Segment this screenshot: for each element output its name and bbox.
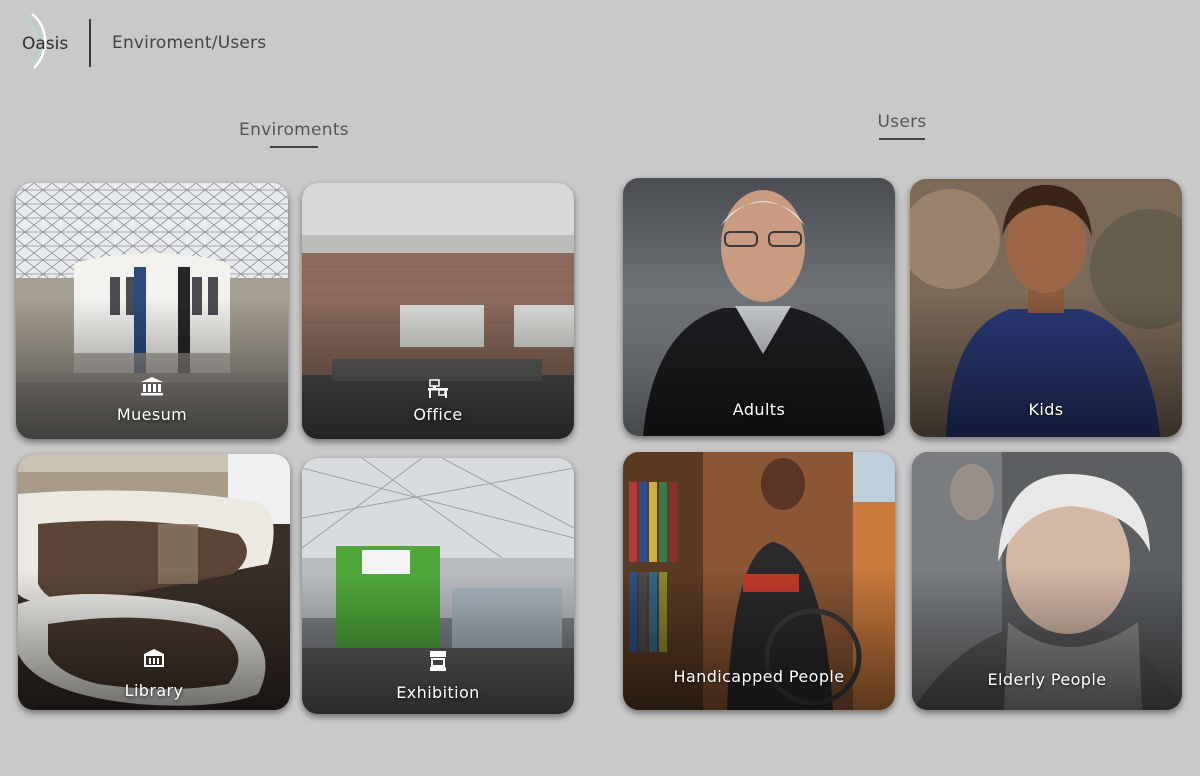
card-label: Adults	[732, 400, 786, 419]
user-card-kids[interactable]: Kids	[910, 179, 1182, 437]
environment-card-museum[interactable]: Muesum	[16, 183, 288, 439]
card-label: Office	[413, 405, 463, 424]
users-heading: Users	[852, 112, 952, 140]
environments-title: Enviroments	[239, 120, 349, 140]
oasis-logo[interactable]: Oasis	[14, 12, 84, 70]
environments-heading: Enviroments	[224, 120, 364, 148]
library-icon	[144, 649, 164, 667]
environment-card-library[interactable]: Library	[18, 454, 290, 710]
office-desk-icon	[428, 379, 448, 398]
environments-underline	[270, 146, 318, 148]
card-label: Exhibition	[396, 683, 480, 702]
card-label: Library	[124, 681, 184, 700]
card-label: Handicapped People	[673, 667, 845, 686]
museum-icon	[141, 377, 163, 396]
user-card-handicapped-people[interactable]: Handicapped People	[623, 452, 895, 710]
users-underline	[879, 138, 925, 140]
breadcrumb: Enviroment/Users	[112, 33, 267, 53]
environment-card-office[interactable]: Office	[302, 183, 574, 439]
card-label: Elderly People	[987, 670, 1107, 689]
card-label: Muesum	[116, 405, 188, 424]
card-label: Kids	[1028, 400, 1064, 419]
exhibition-stand-icon	[430, 651, 446, 671]
user-card-elderly-people[interactable]: Elderly People	[912, 452, 1182, 710]
users-title: Users	[877, 112, 927, 132]
header-divider	[89, 19, 91, 67]
logo-text: Oasis	[22, 34, 69, 54]
card-shade	[623, 568, 895, 710]
user-card-adults[interactable]: Adults	[623, 178, 895, 436]
environment-card-exhibition[interactable]: Exhibition	[302, 458, 574, 714]
top-bar: Oasis Enviroment/Users	[0, 0, 1200, 90]
